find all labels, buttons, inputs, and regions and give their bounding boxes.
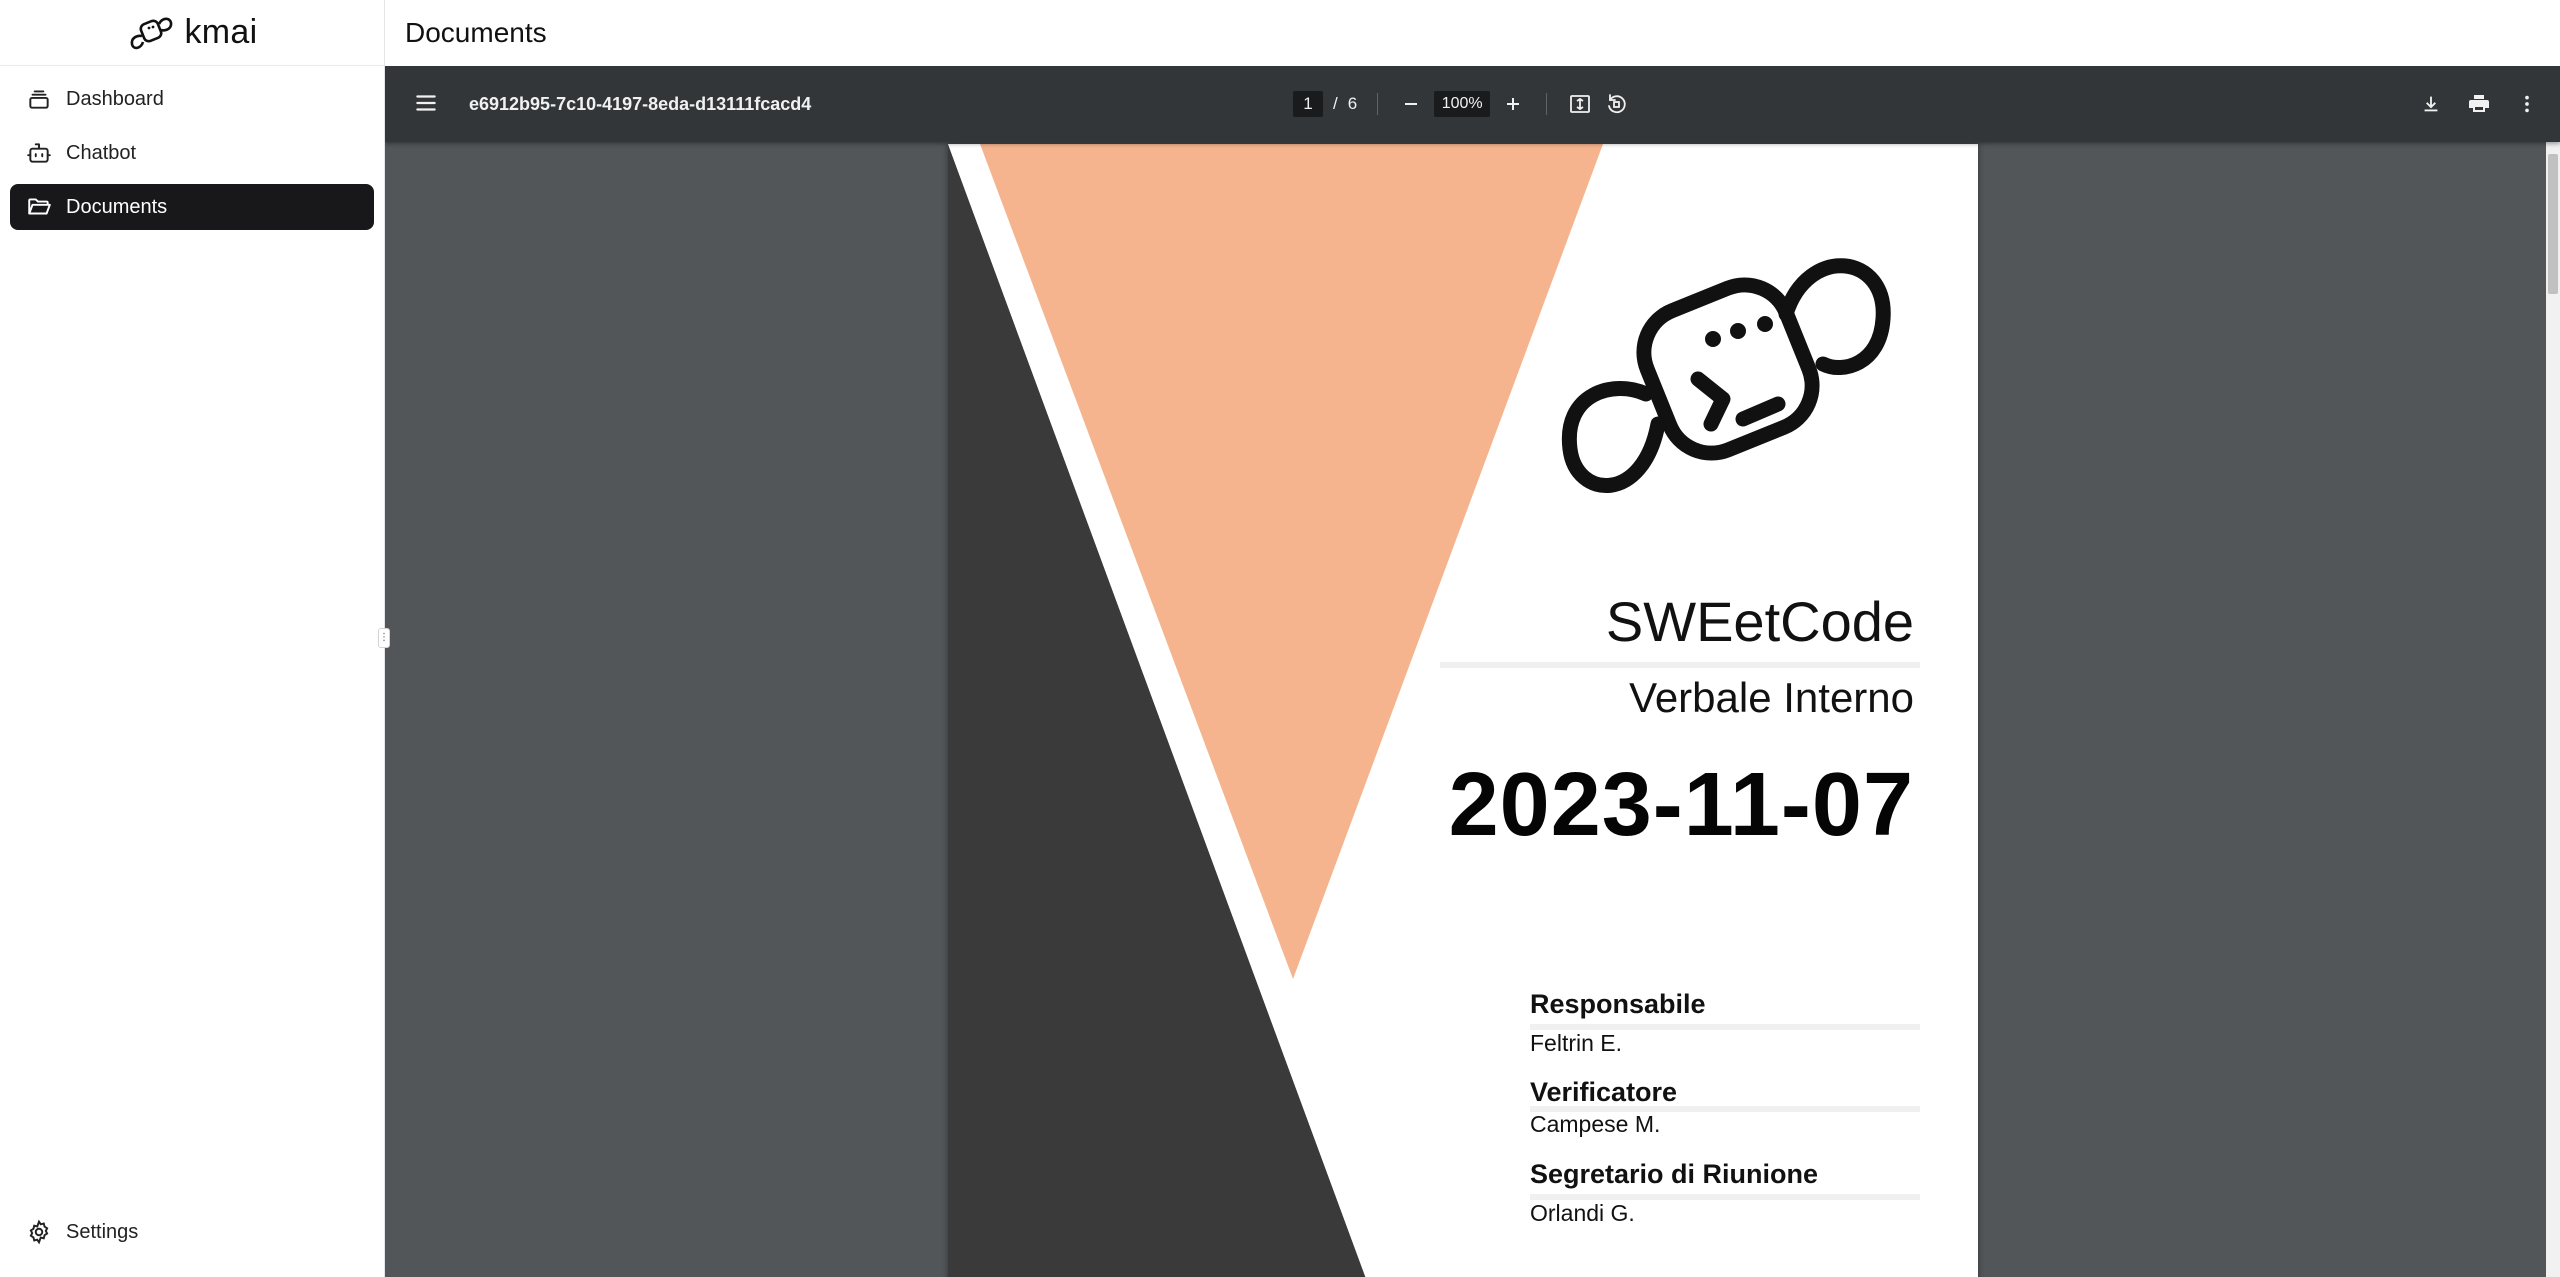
page-number-input[interactable]: 1 xyxy=(1293,91,1323,117)
page-separator: / xyxy=(1333,94,1338,113)
sidebar-item-chatbot[interactable]: Chatbot xyxy=(10,130,374,176)
pdf-actions xyxy=(2418,66,2540,142)
role-label: Verificatore xyxy=(1530,1077,1678,1107)
minus-icon xyxy=(1405,103,1418,105)
toolbar-divider xyxy=(1377,93,1379,115)
role-person: Orlandi G. xyxy=(1530,1200,1635,1226)
brand[interactable]: kmai xyxy=(0,0,384,66)
pdf-filename: e6912b95-7c10-4197-8eda-d13111fcacd4 xyxy=(469,94,812,114)
sidebar-item-label: Documents xyxy=(66,195,168,218)
sidebar-resize-handle[interactable]: ⋮ xyxy=(378,628,390,648)
sidebar-item-settings[interactable]: Settings xyxy=(10,1209,374,1255)
role-person: Campese M. xyxy=(1530,1111,1661,1137)
more-vertical-icon xyxy=(2525,95,2529,113)
fit-page-button[interactable] xyxy=(1567,91,1593,117)
sidebar-item-label: Dashboard xyxy=(66,87,164,110)
menu-icon[interactable] xyxy=(413,90,439,116)
divider-line xyxy=(1440,662,1920,668)
sidebar-item-dashboard[interactable]: Dashboard xyxy=(10,76,374,122)
scrollbar-track[interactable] xyxy=(2546,142,2560,1277)
app-name: kmai xyxy=(184,13,258,51)
document-type: Verbale Interno xyxy=(1629,674,1914,721)
page-title: Documents xyxy=(405,17,547,48)
print-icon xyxy=(2469,95,2489,112)
toolbar-divider xyxy=(1546,93,1548,115)
sidebar: kmai Dashboard Chatbot Documents Setting… xyxy=(0,0,385,1277)
pdf-toolbar: e6912b95-7c10-4197-8eda-d13111fcacd4 1 /… xyxy=(385,66,2560,142)
sidebar-item-label: Chatbot xyxy=(66,141,137,164)
pdf-page-controls: 1 / 6 100% xyxy=(1293,66,1629,142)
plus-icon xyxy=(1507,98,1520,110)
role-label: Responsabile xyxy=(1530,989,1706,1019)
role-person: Feltrin E. xyxy=(1530,1030,1623,1056)
zoom-level-input[interactable]: 100% xyxy=(1434,91,1491,117)
total-pages: 6 xyxy=(1347,94,1358,113)
sidebar-nav: Dashboard Chatbot Documents xyxy=(0,66,384,248)
zoom-out-button[interactable] xyxy=(1398,91,1424,117)
more-options-button[interactable] xyxy=(2514,91,2540,117)
top-header: Documents xyxy=(385,0,2560,66)
bot-icon xyxy=(27,143,51,163)
role-label: Segretario di Riunione xyxy=(1530,1159,1819,1189)
layers-icon xyxy=(29,90,49,109)
print-button[interactable] xyxy=(2466,91,2492,117)
download-icon xyxy=(2424,96,2438,112)
pdf-viewer: e6912b95-7c10-4197-8eda-d13111fcacd4 1 /… xyxy=(385,66,2560,1277)
fit-page-icon xyxy=(1570,95,1591,113)
pdf-page: SWEetCode Verbale Interno 2023-11-07 Res… xyxy=(948,144,1978,1277)
sidebar-item-documents[interactable]: Documents xyxy=(10,184,374,230)
rotate-icon xyxy=(1608,94,1626,114)
document-team-name: SWEetCode xyxy=(1605,590,1914,653)
grip-icon: ⋮ xyxy=(379,632,389,643)
rotate-button[interactable] xyxy=(1603,91,1629,117)
scrollbar-thumb[interactable] xyxy=(2548,154,2558,294)
candy-logo-icon xyxy=(130,17,172,49)
document-date: 2023-11-07 xyxy=(1448,755,1914,855)
zoom-in-button[interactable] xyxy=(1500,91,1526,117)
candy-logo-icon xyxy=(1561,258,1891,494)
download-button[interactable] xyxy=(2418,91,2444,117)
folder-open-icon xyxy=(28,198,51,215)
gear-icon xyxy=(29,1219,49,1245)
settings-label: Settings xyxy=(66,1220,139,1243)
